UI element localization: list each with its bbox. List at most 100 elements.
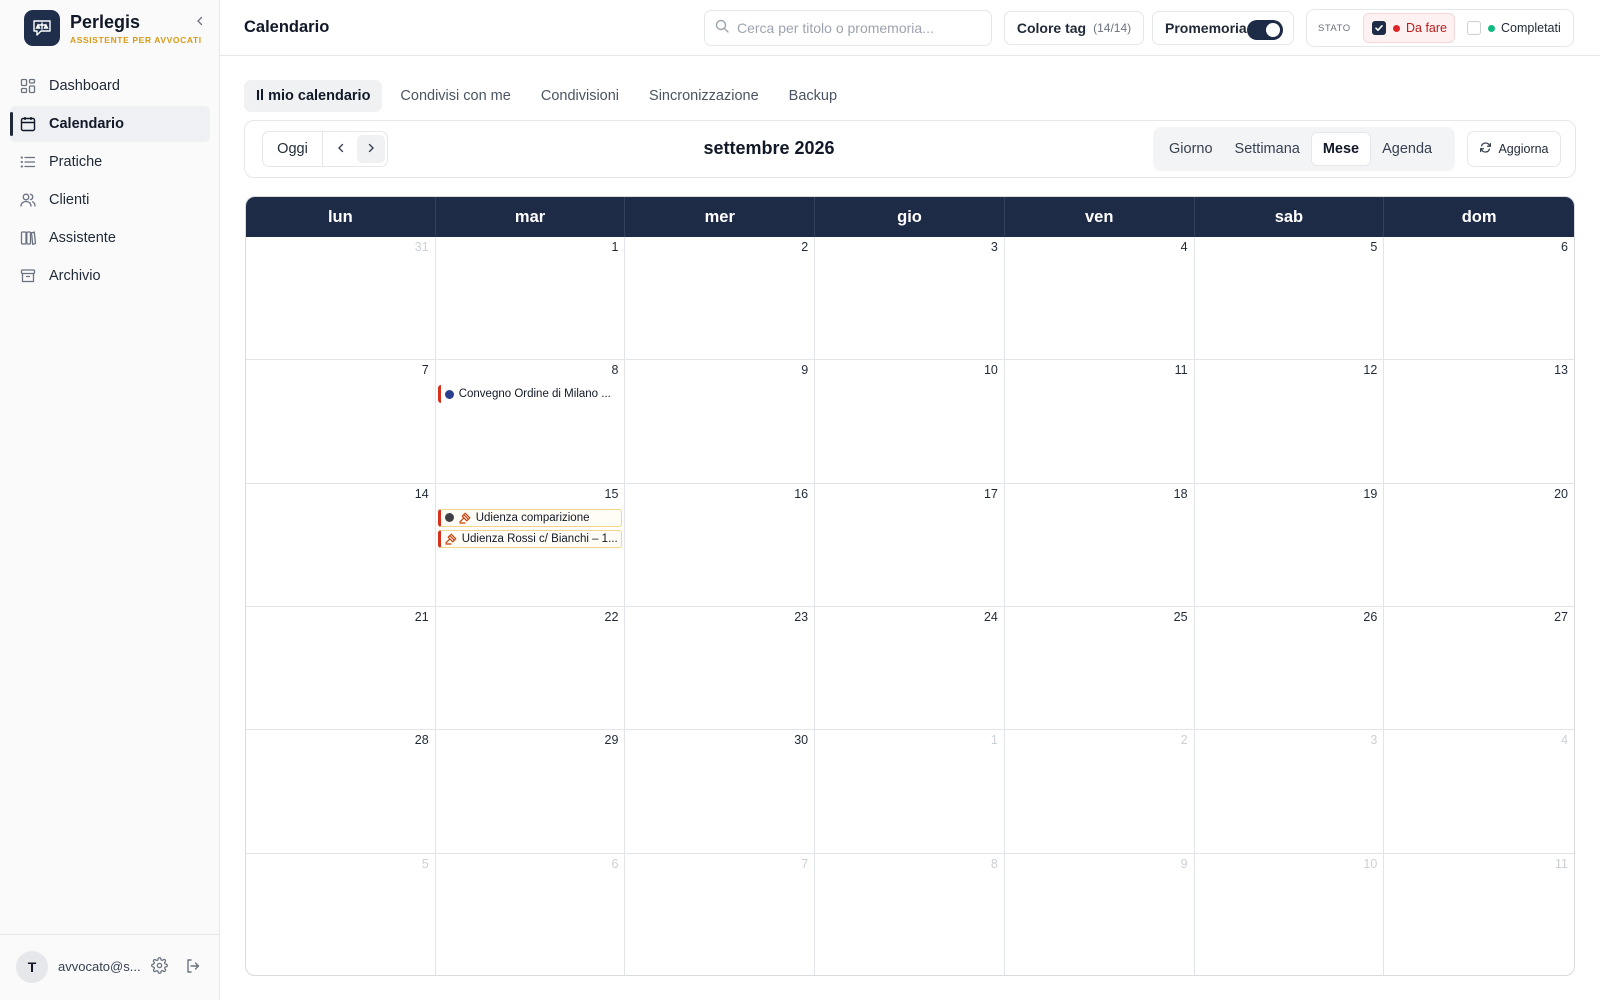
view-week-button[interactable]: Settimana: [1224, 132, 1311, 166]
calendar-day-cell[interactable]: 25: [1004, 607, 1195, 731]
calendar-day-cell[interactable]: 11: [1384, 854, 1574, 975]
tab-sync[interactable]: Sincronizzazione: [637, 80, 771, 112]
calendar-day-cell[interactable]: 2: [625, 237, 816, 361]
status-done-label: Completati: [1501, 21, 1561, 35]
calendar-event[interactable]: Convegno Ordine di Milano ...: [437, 385, 623, 404]
calendar-day-cell[interactable]: 4: [1384, 730, 1574, 854]
checkbox-checked-icon[interactable]: [1372, 21, 1386, 35]
calendar-day-cell[interactable]: 31: [246, 237, 436, 361]
settings-button[interactable]: [150, 957, 168, 977]
calendar-day-cell[interactable]: 5: [246, 853, 436, 975]
day-number: 26: [1363, 610, 1378, 624]
calendar-day-cell[interactable]: 5: [1194, 237, 1385, 361]
calendar-tabs: Il mio calendario Condivisi con me Condi…: [244, 80, 849, 112]
calendar-day-cell[interactable]: 8 Convegno Ordine di Milano ...: [435, 360, 626, 484]
day-number: 10: [1363, 856, 1378, 871]
calendar-day-cell[interactable]: 16: [625, 483, 816, 607]
page-title: Calendario: [244, 18, 330, 36]
day-number: 24: [983, 610, 998, 624]
view-month-button[interactable]: Mese: [1310, 132, 1372, 166]
tab-backup[interactable]: Backup: [777, 80, 849, 112]
day-number: 29: [604, 733, 619, 748]
calendar-day-cell[interactable]: 18: [1004, 483, 1195, 607]
day-number: 11: [1174, 363, 1188, 378]
calendar-day-cell[interactable]: 3: [815, 237, 1005, 361]
collapse-sidebar-button[interactable]: [190, 12, 210, 32]
calendar-day-cell[interactable]: 6: [436, 853, 626, 975]
calendar-day-cell[interactable]: 2: [1004, 730, 1195, 854]
tag-color-button[interactable]: Colore tag (14/14): [1004, 11, 1144, 45]
avatar[interactable]: T: [16, 951, 48, 983]
calendar-day-cell[interactable]: 4: [1004, 237, 1195, 361]
month-title: settembre 2026: [703, 138, 835, 158]
sidebar: Perlegis ASSISTENTE PER AVVOCATI Dashboa…: [0, 0, 220, 1000]
status-dot-green: [1488, 24, 1495, 32]
tab-my-calendar[interactable]: Il mio calendario: [244, 80, 383, 112]
sidebar-item-calendar[interactable]: Calendario: [10, 106, 210, 142]
day-events: Convegno Ordine di Milano ...: [436, 379, 625, 404]
day-number: 4: [1180, 240, 1188, 254]
calendar-day-cell[interactable]: 14: [246, 483, 436, 607]
day-number: 5: [1370, 240, 1378, 254]
calendar-day-cell[interactable]: 26: [1194, 607, 1385, 731]
day-number: 4: [1561, 733, 1568, 748]
calendar-day-cell[interactable]: 6: [1384, 237, 1574, 361]
day-number: 22: [604, 610, 619, 624]
calendar-event[interactable]: Udienza comparizione: [437, 508, 623, 527]
sidebar-item-cases[interactable]: Pratiche: [10, 144, 210, 180]
day-number: 23: [794, 610, 809, 624]
view-day-button[interactable]: Giorno: [1158, 132, 1224, 166]
calendar-day-cell[interactable]: 8: [815, 853, 1005, 975]
sidebar-item-dashboard[interactable]: Dashboard: [10, 68, 210, 104]
checkbox-unchecked-icon[interactable]: [1467, 21, 1481, 35]
status-todo-filter[interactable]: Da fare: [1363, 13, 1455, 43]
calendar-event[interactable]: Udienza Rossi c/ Bianchi – 1...: [437, 529, 623, 548]
gavel-icon: [445, 533, 457, 545]
logout-button[interactable]: [184, 958, 202, 977]
calendar-day-cell[interactable]: 1: [435, 237, 626, 361]
search-box[interactable]: [704, 10, 992, 46]
weekday-label: ven: [1005, 197, 1195, 237]
calendar-day-cell[interactable]: 1: [815, 730, 1005, 854]
view-agenda-button[interactable]: Agenda: [1371, 132, 1443, 166]
tab-shares[interactable]: Condivisioni: [529, 80, 631, 112]
reminder-toggle[interactable]: [1247, 20, 1283, 40]
calendar-day-cell[interactable]: 12: [1194, 360, 1385, 484]
day-number: 30: [794, 733, 809, 748]
dashboard-icon: [20, 78, 36, 94]
sidebar-footer: T avvocato@s...: [0, 934, 220, 1000]
day-number: 2: [1180, 733, 1188, 748]
calendar-day-cell[interactable]: 19: [1194, 483, 1385, 607]
calendar-day-cell[interactable]: 17: [815, 483, 1005, 607]
perlegis-logo-icon[interactable]: [24, 10, 60, 46]
status-done-filter[interactable]: Completati: [1459, 13, 1569, 43]
calendar-day-cell[interactable]: 22: [435, 607, 626, 731]
refresh-button[interactable]: Aggiorna: [1467, 131, 1561, 167]
calendar-day-cell[interactable]: 24: [815, 607, 1005, 731]
calendar-day-cell[interactable]: 21: [246, 607, 436, 731]
status-filter: STATO Da fare Completati: [1306, 9, 1574, 47]
calendar-day-cell[interactable]: 29: [435, 730, 626, 854]
calendar-day-cell[interactable]: 7: [625, 853, 816, 975]
calendar-day-cell[interactable]: 10: [1195, 853, 1385, 975]
calendar-day-cell[interactable]: 11: [1004, 360, 1195, 484]
calendar-day-cell[interactable]: 13: [1384, 360, 1574, 484]
calendar-day-cell[interactable]: 27: [1384, 607, 1574, 731]
calendar-day-cell[interactable]: 3: [1194, 730, 1385, 854]
sidebar-item-clients[interactable]: Clienti: [10, 182, 210, 218]
tab-shared-with-me[interactable]: Condivisi con me: [388, 80, 522, 112]
calendar-day-cell[interactable]: 15 Udienza comparizione Udienza Rossi c/ B…: [435, 483, 626, 607]
calendar-day-cell[interactable]: 28: [246, 730, 436, 854]
calendar-day-cell[interactable]: 7: [246, 360, 436, 484]
sidebar-item-assistant[interactable]: Assistente: [10, 220, 210, 256]
calendar-day-cell[interactable]: 20: [1384, 484, 1574, 607]
search-input[interactable]: [737, 20, 977, 36]
sidebar-item-label: Dashboard: [49, 78, 120, 94]
calendar-day-cell[interactable]: 9: [625, 360, 816, 484]
sidebar-item-archive[interactable]: Archivio: [10, 258, 210, 294]
calendar-day-cell[interactable]: 10: [815, 360, 1005, 484]
day-number: 17: [983, 486, 998, 501]
calendar-day-cell[interactable]: 30: [625, 730, 816, 854]
calendar-day-cell[interactable]: 23: [625, 607, 816, 731]
calendar-day-cell[interactable]: 9: [1005, 853, 1195, 975]
